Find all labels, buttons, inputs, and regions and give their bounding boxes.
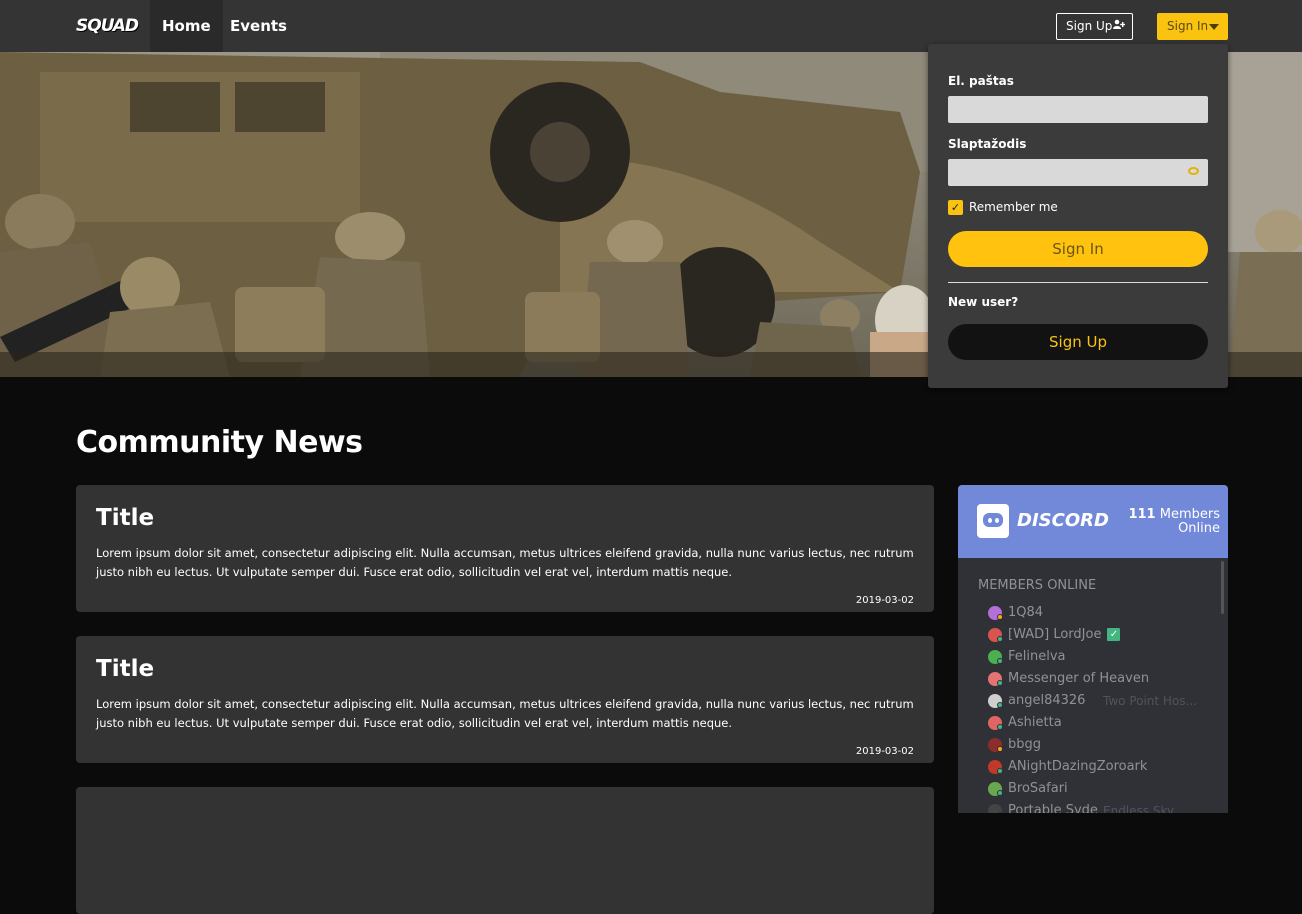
- member-name: bbgg: [1008, 737, 1042, 752]
- member-name: Portable Syde: [1008, 803, 1098, 813]
- password-field[interactable]: [948, 159, 1208, 186]
- member-list-item[interactable]: ANightDazingZoroark: [988, 758, 1203, 776]
- status-dot-icon: [997, 746, 1003, 752]
- member-game: Endless Sky: [1103, 804, 1175, 813]
- status-dot-icon: [997, 724, 1003, 730]
- email-label: El. paštas: [948, 74, 1014, 88]
- verified-check-icon: ✓: [1107, 628, 1121, 641]
- member-name: Ashietta: [1008, 715, 1062, 730]
- member-list-item[interactable]: Portable Syde Endless Sky: [988, 802, 1203, 813]
- remember-me-label[interactable]: Remember me: [969, 200, 1058, 215]
- member-name: Felinelva: [1008, 649, 1066, 664]
- member-list-item[interactable]: [WAD] LordJoe ✓: [988, 626, 1203, 644]
- status-dot-icon: [997, 768, 1003, 774]
- password-field-wrapper: [928, 159, 1228, 186]
- members-count: 111: [1128, 507, 1156, 522]
- news-date: 2019-03-02: [855, 746, 914, 757]
- news-title: Title: [96, 505, 155, 531]
- discord-logo-icon: [977, 504, 1009, 538]
- nav-signin-button[interactable]: Sign In: [1157, 13, 1228, 40]
- online-label: Online: [1178, 521, 1220, 536]
- add-user-icon: [1113, 14, 1126, 39]
- news-body: Lorem ipsum dolor sit amet, consectetur …: [96, 697, 914, 730]
- status-dot-icon: [997, 614, 1003, 620]
- page-title: Community News: [76, 425, 363, 460]
- member-list-item[interactable]: BroSafari: [988, 780, 1203, 798]
- remember-me-checkbox[interactable]: ✓: [948, 200, 963, 215]
- signin-dropdown-panel: El. paštas Slaptažodis ✓ Remember me Sig…: [928, 44, 1228, 388]
- logo-text: SQUAD: [76, 16, 139, 36]
- member-name: ANightDazingZoroark: [1008, 759, 1148, 774]
- member-list-item[interactable]: Felinelva: [988, 648, 1203, 666]
- status-dot-icon: [997, 658, 1003, 664]
- member-name: [WAD] LordJoe ✓: [1008, 626, 1121, 644]
- nav-item-events[interactable]: Events: [218, 0, 299, 52]
- discord-members-online-count: 111 Members Online: [1128, 508, 1220, 536]
- status-dot-icon: [997, 790, 1003, 796]
- news-card[interactable]: Title Lorem ipsum dolor sit amet, consec…: [76, 636, 934, 763]
- nav-item-home[interactable]: Home: [150, 0, 223, 52]
- member-name: angel84326: [1008, 693, 1086, 708]
- divider: [948, 282, 1208, 283]
- members-label: Members: [1159, 507, 1220, 522]
- news-title: Title: [96, 656, 155, 682]
- discord-header: DISCORD 111 Members Online: [958, 485, 1228, 558]
- nav-signup-label: Sign Up: [1066, 19, 1113, 33]
- discord-widget: DISCORD 111 Members Online MEMBERS ONLIN…: [958, 485, 1228, 813]
- discord-wordmark: DISCORD: [1017, 510, 1109, 531]
- nav-signin-label: Sign In: [1167, 19, 1209, 33]
- member-name: Messenger of Heaven: [1008, 671, 1150, 686]
- new-user-label: New user?: [948, 295, 1019, 309]
- member-game: Two Point Hos...: [1103, 694, 1197, 708]
- member-list-item[interactable]: Ashietta: [988, 714, 1203, 732]
- member-list-item[interactable]: 1Q84: [988, 604, 1203, 622]
- password-label: Slaptažodis: [948, 137, 1027, 151]
- status-dot-icon: [997, 702, 1003, 708]
- news-date: 2019-03-02: [855, 595, 914, 606]
- nav-signup-button[interactable]: Sign Up: [1056, 13, 1133, 40]
- member-list-item[interactable]: angel84326 Two Point Hos...: [988, 692, 1203, 710]
- signup-button[interactable]: Sign Up: [948, 324, 1208, 360]
- member-name: 1Q84: [1008, 605, 1044, 620]
- news-body: Lorem ipsum dolor sit amet, consectetur …: [96, 546, 914, 579]
- members-online-heading: MEMBERS ONLINE: [978, 578, 1097, 593]
- news-card[interactable]: [76, 787, 934, 914]
- status-dot-icon: [997, 636, 1003, 642]
- show-password-eye-icon[interactable]: [1188, 167, 1199, 175]
- member-list-item[interactable]: Messenger of Heaven: [988, 670, 1203, 688]
- members-scrollbar[interactable]: [1221, 561, 1224, 614]
- news-card[interactable]: Title Lorem ipsum dolor sit amet, consec…: [76, 485, 934, 612]
- status-dot-icon: [997, 680, 1003, 686]
- member-list-item[interactable]: bbgg: [988, 736, 1203, 754]
- member-name: BroSafari: [1008, 781, 1068, 796]
- squad-logo[interactable]: SQUAD: [76, 14, 140, 38]
- caret-down-icon: [1209, 24, 1219, 30]
- signin-submit-button[interactable]: Sign In: [948, 231, 1208, 267]
- email-field[interactable]: [948, 96, 1208, 123]
